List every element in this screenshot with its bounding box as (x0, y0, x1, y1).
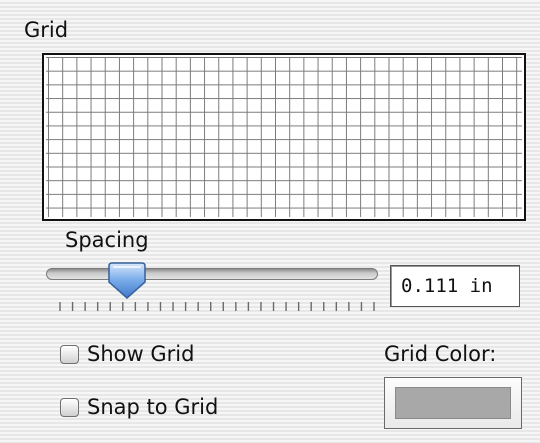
spacing-label: Spacing (65, 228, 149, 252)
grid-section-title: Grid (24, 18, 69, 42)
grid-preview (42, 53, 526, 221)
snap-to-grid-checkbox[interactable] (60, 398, 79, 417)
grid-color-swatch (395, 387, 511, 419)
spacing-value-field[interactable] (390, 265, 520, 307)
show-grid-label[interactable]: Show Grid (87, 342, 194, 366)
snap-to-grid-label[interactable]: Snap to Grid (87, 395, 218, 419)
show-grid-checkbox[interactable] (60, 345, 79, 364)
spacing-slider-track[interactable] (46, 268, 378, 280)
grid-color-well[interactable] (384, 377, 522, 429)
spacing-slider-ticks (59, 302, 375, 311)
slider-thumb-icon[interactable] (107, 260, 147, 300)
grid-color-label: Grid Color: (384, 342, 497, 366)
